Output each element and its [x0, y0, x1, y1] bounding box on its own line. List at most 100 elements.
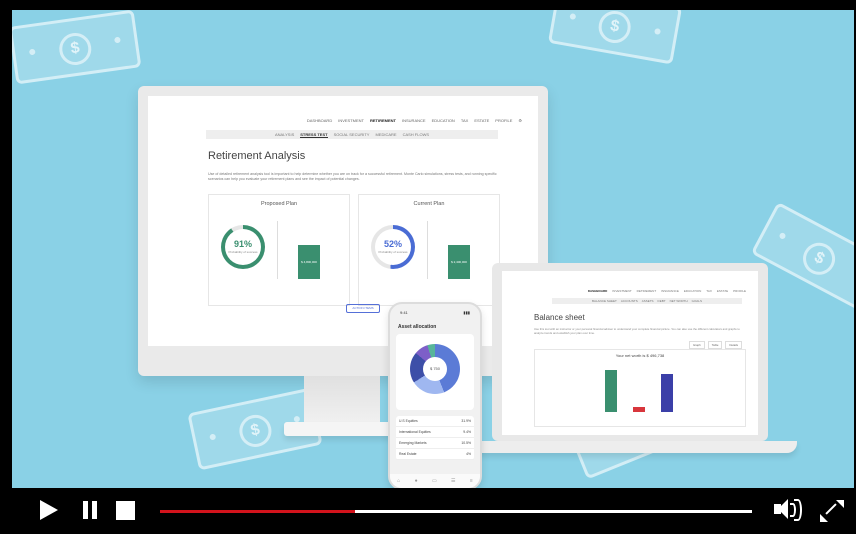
action-items-button[interactable]: ACTION ITEMS [346, 304, 380, 313]
view-tabs: Graph Table Details [688, 341, 742, 349]
signal-icon: ▮▮▮ [463, 310, 470, 315]
probability-percent: 52% [383, 239, 402, 249]
probability-percent: 91% [233, 239, 252, 249]
list-icon[interactable]: ☰ [451, 478, 455, 484]
allocation-list: U.S Equities 31.9% International Equities… [396, 416, 474, 460]
laptop: DASHBOARD INVESTMENT RETIREMENT INSURANC… [492, 263, 768, 441]
row-value: 31.9% [461, 419, 471, 423]
probability-ring: 91% Probability of success [221, 225, 265, 269]
fullscreen-button[interactable] [820, 498, 844, 522]
dollar-bill-icon: $ [12, 10, 142, 85]
subnav-item-active[interactable]: STRESS TEST [300, 132, 328, 138]
subnav-item[interactable]: ACCOUNTS [621, 299, 638, 303]
proposed-plan-panel: Proposed Plan 91% Probability of success… [208, 194, 350, 306]
list-item[interactable]: Real Estate 4% [396, 449, 474, 460]
laptop-screen: DASHBOARD INVESTMENT RETIREMENT INSURANC… [502, 271, 758, 435]
donut-center-value: $ 750 [423, 357, 447, 381]
home-icon[interactable]: ⌂ [397, 478, 400, 484]
list-item[interactable]: U.S Equities 31.9% [396, 416, 474, 427]
monitor-subnav: ANALYSIS STRESS TEST SOCIAL SECURITY MED… [206, 130, 498, 139]
probability-label: Probability of success [378, 250, 408, 254]
phone-header: Asset allocation [398, 324, 437, 330]
nav-item[interactable]: PROFILE [733, 289, 746, 293]
nav-item[interactable]: ESTATE [717, 289, 728, 293]
nav-item[interactable]: EDUCATION [432, 118, 455, 123]
plan-bar: $ 2,400,000 [448, 245, 470, 279]
nav-item[interactable]: DASHBOARD [307, 118, 332, 123]
allocation-card: $ 750 [396, 334, 474, 410]
subnav-item[interactable]: BALANCE SHEET [592, 299, 617, 303]
row-label: Real Estate [399, 452, 417, 456]
nav-item-active[interactable]: DASHBOARD [588, 289, 608, 293]
progress-fill [160, 510, 356, 513]
monitor-stand-base [284, 422, 400, 436]
play-button[interactable] [36, 498, 60, 522]
pause-button[interactable] [78, 498, 102, 522]
nav-item[interactable]: TAX [461, 118, 468, 123]
player-controls [0, 488, 856, 534]
subnav-item[interactable]: DEBT [658, 299, 666, 303]
stop-button[interactable] [115, 498, 139, 522]
panel-title: Current Plan [413, 201, 445, 207]
nav-item[interactable]: EDUCATION [684, 289, 701, 293]
tab-graph[interactable]: Graph [688, 341, 705, 349]
subnav-item[interactable]: MEDICARE [375, 132, 396, 137]
subnav-item[interactable]: GOALS [692, 299, 702, 303]
nav-item[interactable]: INSURANCE [402, 118, 426, 123]
chart-title: Your net worth is $ 496,738 [615, 353, 665, 358]
plan-bar-chart: $ 4,800,000 [277, 221, 342, 279]
page-description: Use this tool with an instructor or your… [534, 327, 740, 335]
allocation-donut: $ 750 [410, 344, 460, 394]
nav-item[interactable]: INVESTMENT [612, 289, 631, 293]
card-icon[interactable]: ▭ [432, 478, 437, 484]
row-label: International Equities [399, 430, 431, 434]
page-title: Retirement Analysis [208, 150, 306, 162]
row-label: Emerging Markets [399, 441, 427, 445]
plan-bar: $ 4,800,000 [298, 245, 320, 279]
monitor-nav: DASHBOARD INVESTMENT RETIREMENT INSURANC… [307, 118, 522, 123]
nav-item[interactable]: TAX [706, 289, 712, 293]
row-value: 4% [466, 452, 471, 456]
page-title: Balance sheet [534, 313, 585, 322]
row-label: U.S Equities [399, 419, 418, 423]
phone-tab-bar: ⌂ ● ▭ ☰ ≡ [390, 474, 480, 488]
subnav-item[interactable]: NET WORTH [670, 299, 688, 303]
laptop-subnav: BALANCE SHEET ACCOUNTS ASSETS DEBT NET W… [552, 298, 742, 304]
menu-icon[interactable]: ≡ [470, 478, 473, 484]
nav-item[interactable]: INSURANCE [661, 289, 679, 293]
nav-item[interactable]: INVESTMENT [338, 118, 364, 123]
row-value: 10.5% [461, 441, 471, 445]
panel-title: Proposed Plan [260, 201, 298, 207]
debt-bar [633, 407, 645, 412]
dot-icon[interactable]: ● [415, 478, 418, 484]
video-player: $ $ $ $ $ DASHBOARD INVESTMENT RETIREMEN… [0, 0, 856, 534]
probability-label: Probability of success [228, 250, 258, 254]
smartphone: 9:41 ▮▮▮ Asset allocation $ 750 U.S Equi… [388, 302, 482, 488]
tab-table[interactable]: Table [707, 341, 723, 349]
tab-details[interactable]: Details [725, 341, 742, 349]
settings-icon[interactable]: ⚙ [518, 118, 522, 123]
nav-item-active[interactable]: RETIREMENT [370, 118, 396, 123]
progress-bar[interactable] [160, 510, 752, 513]
list-item[interactable]: International Equities 9.4% [396, 427, 474, 438]
desktop-monitor: DASHBOARD INVESTMENT RETIREMENT INSURANC… [138, 86, 548, 376]
net-worth-bar [661, 374, 673, 412]
page-description: Use of detailed retirement analysis tool… [208, 172, 497, 181]
phone-time: 9:41 [400, 310, 408, 315]
net-worth-chart: Your net worth is $ 496,738 [534, 349, 746, 427]
laptop-nav: DASHBOARD INVESTMENT RETIREMENT INSURANC… [588, 289, 746, 293]
laptop-base [472, 441, 797, 453]
video-frame[interactable]: $ $ $ $ $ DASHBOARD INVESTMENT RETIREMEN… [12, 10, 854, 488]
subnav-item[interactable]: SOCIAL SECURITY [334, 132, 370, 137]
expand-icon [836, 500, 844, 508]
volume-button[interactable] [774, 498, 808, 522]
list-item[interactable]: Emerging Markets 10.5% [396, 438, 474, 449]
nav-item[interactable]: RETIREMENT [637, 289, 657, 293]
row-value: 9.4% [463, 430, 471, 434]
current-plan-panel: Current Plan 52% Probability of success … [358, 194, 500, 306]
nav-item[interactable]: PROFILE [495, 118, 512, 123]
subnav-item[interactable]: ASSETS [642, 299, 654, 303]
subnav-item[interactable]: ANALYSIS [275, 132, 294, 137]
subnav-item[interactable]: CASH FLOWS [403, 132, 429, 137]
nav-item[interactable]: ESTATE [474, 118, 489, 123]
